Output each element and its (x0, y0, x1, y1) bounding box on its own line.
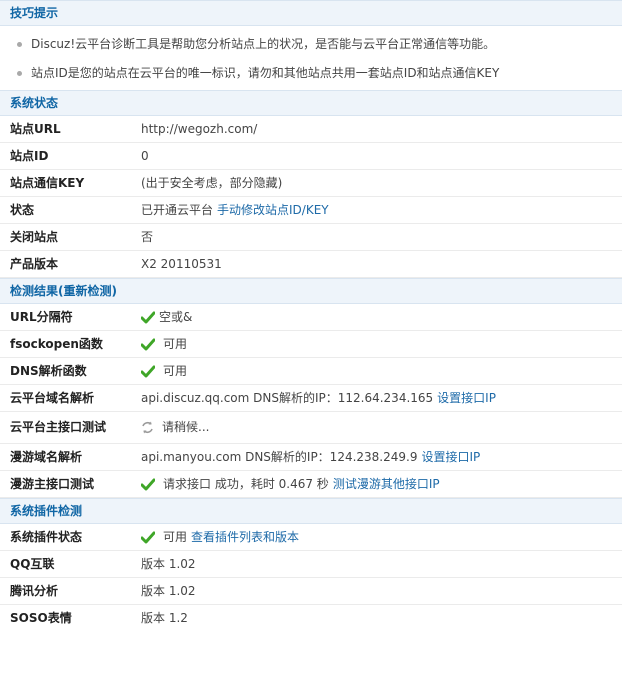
row-value: 可用 (163, 337, 188, 351)
tips-list: Discuz!云平台诊断工具是帮助您分析站点上的状况，是否能与云平台正常通信等功… (0, 26, 622, 90)
plugins-header: 系统插件检测 (0, 498, 622, 524)
detect-row-cloud-main-api: 云平台主接口测试 请稍候... (0, 412, 622, 444)
row-label: 产品版本 (10, 257, 59, 271)
view-plugin-list-link[interactable]: 查看插件列表和版本 (191, 524, 299, 550)
row-label: 状态 (10, 203, 35, 217)
row-value: 已开通云平台 (141, 203, 214, 217)
row-value: 0 (141, 149, 149, 163)
bullet-icon (17, 71, 22, 76)
row-value-wrap: api.discuz.qq.com DNS解析的IP：112.64.234.16… (141, 385, 496, 411)
row-value-wrap: 请稍候... (141, 412, 209, 443)
row-label: 关闭站点 (10, 230, 59, 244)
test-manyou-ip-link[interactable]: 测试漫游其他接口IP (333, 471, 440, 497)
row-value: 请稍候... (162, 420, 210, 434)
row-value-wrap: 可用 查看插件列表和版本 (141, 524, 299, 550)
status-row-site-id: 站点ID 0 (0, 143, 622, 170)
row-value: X2 20110531 (141, 257, 222, 271)
bullet-icon (17, 42, 22, 47)
detect-row-fsockopen: fsockopen函数 可用 (0, 331, 622, 358)
detect-row-cloud-dns: 云平台域名解析 api.discuz.qq.com DNS解析的IP：112.6… (0, 385, 622, 412)
detection-header: 检测结果(重新检测) (0, 278, 622, 304)
row-label: 站点URL (10, 122, 61, 136)
check-icon (141, 338, 155, 350)
row-label: 腾讯分析 (10, 584, 59, 598)
check-icon (141, 311, 155, 323)
row-label: DNS解析函数 (10, 364, 87, 378)
row-value: 版本 1.02 (141, 557, 196, 571)
detect-row-manyou-main-api: 漫游主接口测试 请求接口 成功，耗时 0.467 秒 测试漫游其他接口IP (0, 471, 622, 498)
tip-item: 站点ID是您的站点在云平台的唯一标识，请勿和其他站点共用一套站点ID和站点通信K… (0, 59, 622, 88)
row-value-wrap: 可用 (141, 331, 187, 357)
status-row-site-closed: 关闭站点 否 (0, 224, 622, 251)
row-label: 云平台主接口测试 (10, 420, 107, 434)
row-value: 版本 1.02 (141, 584, 196, 598)
tip-text: Discuz!云平台诊断工具是帮助您分析站点上的状况，是否能与云平台正常通信等功… (31, 37, 496, 51)
row-value: 请求接口 成功，耗时 0.467 秒 (163, 477, 329, 491)
row-label: 漫游域名解析 (10, 450, 83, 464)
status-row-site-key: 站点通信KEY (出于安全考虑，部分隐藏) (0, 170, 622, 197)
detect-row-dns-function: DNS解析函数 可用 (0, 358, 622, 385)
row-value: 版本 1.2 (141, 611, 188, 625)
row-value: (出于安全考虑，部分隐藏) (141, 176, 283, 190)
row-value: http://wegozh.com/ (141, 122, 258, 136)
row-value: 可用 (163, 530, 188, 544)
tip-text: 站点ID是您的站点在云平台的唯一标识，请勿和其他站点共用一套站点ID和站点通信K… (31, 66, 500, 80)
row-value: 空或& (159, 310, 193, 324)
row-label: 站点通信KEY (10, 176, 85, 190)
status-row-state: 状态 已开通云平台 手动修改站点ID/KEY (0, 197, 622, 224)
check-icon (141, 365, 155, 377)
edit-site-key-link[interactable]: 手动修改站点ID/KEY (217, 197, 329, 223)
system-status-header: 系统状态 (0, 90, 622, 116)
tip-item: Discuz!云平台诊断工具是帮助您分析站点上的状况，是否能与云平台正常通信等功… (0, 30, 622, 59)
plugin-row-system-status: 系统插件状态 可用 查看插件列表和版本 (0, 524, 622, 551)
row-label: 系统插件状态 (10, 530, 83, 544)
row-value-wrap: 已开通云平台 手动修改站点ID/KEY (141, 197, 329, 223)
row-value: api.discuz.qq.com DNS解析的IP：112.64.234.16… (141, 391, 434, 405)
plugin-row-qq-connect: QQ互联 版本 1.02 (0, 551, 622, 578)
status-row-site-url: 站点URL http://wegozh.com/ (0, 116, 622, 143)
row-label: 云平台域名解析 (10, 391, 95, 405)
row-label: URL分隔符 (10, 310, 73, 324)
plugin-row-soso-emoticons: SOSO表情 版本 1.2 (0, 605, 622, 631)
tips-header: 技巧提示 (0, 0, 622, 26)
row-value-wrap: 可用 (141, 358, 187, 384)
row-label: QQ互联 (10, 557, 55, 571)
row-value-wrap: api.manyou.com DNS解析的IP：124.238.249.9 设置… (141, 444, 480, 470)
check-icon (141, 478, 155, 490)
row-value: 否 (141, 230, 154, 244)
row-value: api.manyou.com DNS解析的IP：124.238.249.9 (141, 450, 418, 464)
row-label: 站点ID (10, 149, 49, 163)
check-icon (141, 531, 155, 543)
set-interface-ip-link[interactable]: 设置接口IP (437, 385, 496, 411)
detect-row-url-separator: URL分隔符 空或& (0, 304, 622, 331)
detect-row-manyou-dns: 漫游域名解析 api.manyou.com DNS解析的IP：124.238.2… (0, 444, 622, 471)
row-value: 可用 (163, 364, 188, 378)
loading-icon (142, 421, 153, 434)
plugin-row-tencent-analysis: 腾讯分析 版本 1.02 (0, 578, 622, 605)
row-label: fsockopen函数 (10, 337, 103, 351)
set-interface-ip-link[interactable]: 设置接口IP (421, 444, 480, 470)
row-value-wrap: 空或& (141, 304, 192, 330)
cloud-diagnostic-panel: 技巧提示 Discuz!云平台诊断工具是帮助您分析站点上的状况，是否能与云平台正… (0, 0, 622, 631)
status-row-version: 产品版本 X2 20110531 (0, 251, 622, 278)
row-label: 漫游主接口测试 (10, 477, 95, 491)
row-label: SOSO表情 (10, 611, 72, 625)
row-value-wrap: 请求接口 成功，耗时 0.467 秒 测试漫游其他接口IP (141, 471, 440, 497)
